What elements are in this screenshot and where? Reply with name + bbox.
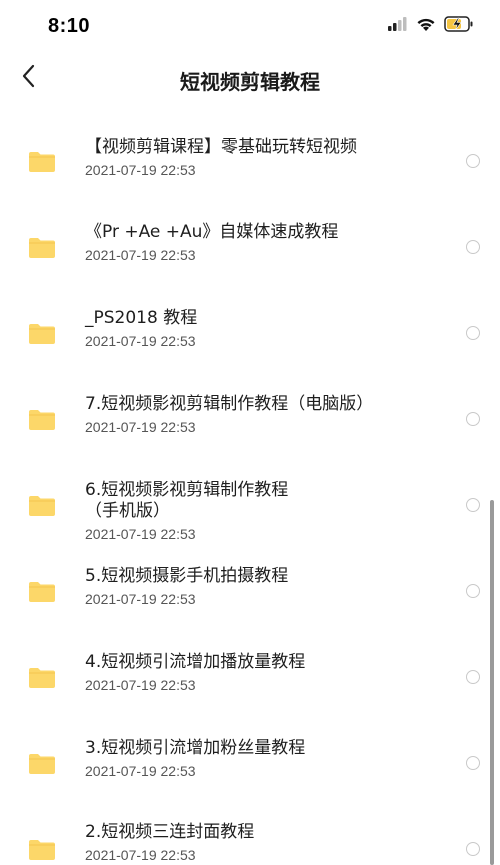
file-date: 2021-07-19 22:53 (85, 162, 196, 178)
file-name: 4.短视频引流增加播放量教程 (85, 652, 306, 672)
list-item[interactable]: 【视频剪辑课程】零基础玩转短视频 2021-07-19 22:53 (0, 118, 500, 204)
list-item[interactable]: 《Pr +Ae +Au》自媒体速成教程 2021-07-19 22:53 (0, 204, 500, 290)
file-name: 7.短视频影视剪辑制作教程（电脑版） (85, 394, 374, 414)
list-item[interactable]: 6.短视频影视剪辑制作教程 （手机版） 2021-07-19 22:53 (0, 462, 500, 562)
folder-icon (29, 668, 55, 688)
file-date: 2021-07-19 22:53 (85, 847, 196, 863)
file-name: 2.短视频三连封面教程 (85, 822, 255, 842)
nav-bar: 短视频剪辑教程 (0, 52, 500, 108)
list-item[interactable]: 4.短视频引流增加播放量教程 2021-07-19 22:53 (0, 634, 500, 720)
select-radio[interactable] (466, 154, 480, 168)
status-bar: 8:10 (0, 0, 500, 52)
file-date: 2021-07-19 22:53 (85, 677, 196, 693)
battery-charging-icon (444, 16, 474, 32)
folder-icon (29, 582, 55, 602)
select-radio[interactable] (466, 240, 480, 254)
file-name: _PS2018 教程 (85, 308, 198, 328)
select-radio[interactable] (466, 670, 480, 684)
file-name: 5.短视频摄影手机拍摄教程 (85, 566, 289, 586)
scrollbar[interactable] (490, 500, 494, 865)
select-radio[interactable] (466, 584, 480, 598)
file-date: 2021-07-19 22:53 (85, 763, 196, 779)
file-date: 2021-07-19 22:53 (85, 333, 196, 349)
file-name: 3.短视频引流增加粉丝量教程 (85, 738, 306, 758)
file-date: 2021-07-19 22:53 (85, 419, 196, 435)
status-time: 8:10 (48, 15, 91, 37)
status-icons (388, 16, 474, 32)
select-radio[interactable] (466, 412, 480, 426)
folder-icon (29, 152, 55, 172)
page-title: 短视频剪辑教程 (180, 70, 320, 94)
file-date: 2021-07-19 22:53 (85, 591, 196, 607)
list-item[interactable]: 2.短视频三连封面教程 2021-07-19 22:53 (0, 806, 500, 865)
file-name: 【视频剪辑课程】零基础玩转短视频 (85, 137, 357, 157)
folder-icon (29, 238, 55, 258)
folder-icon (29, 840, 55, 860)
folder-icon (29, 754, 55, 774)
list-item[interactable]: 5.短视频摄影手机拍摄教程 2021-07-19 22:53 (0, 548, 500, 634)
wifi-icon (416, 17, 436, 32)
file-name: 6.短视频影视剪辑制作教程 （手机版） (85, 480, 289, 521)
folder-icon (29, 324, 55, 344)
file-name: 《Pr +Ae +Au》自媒体速成教程 (85, 222, 339, 242)
list-item[interactable]: 7.短视频影视剪辑制作教程（电脑版） 2021-07-19 22:53 (0, 376, 500, 462)
select-radio[interactable] (466, 756, 480, 770)
folder-icon (29, 496, 55, 516)
select-radio[interactable] (466, 498, 480, 512)
signal-icon (388, 17, 408, 31)
list-item[interactable]: _PS2018 教程 2021-07-19 22:53 (0, 290, 500, 376)
list-item[interactable]: 3.短视频引流增加粉丝量教程 2021-07-19 22:53 (0, 720, 500, 806)
select-radio[interactable] (466, 842, 480, 856)
folder-icon (29, 410, 55, 430)
file-date: 2021-07-19 22:53 (85, 526, 196, 542)
file-date: 2021-07-19 22:53 (85, 247, 196, 263)
select-radio[interactable] (466, 326, 480, 340)
